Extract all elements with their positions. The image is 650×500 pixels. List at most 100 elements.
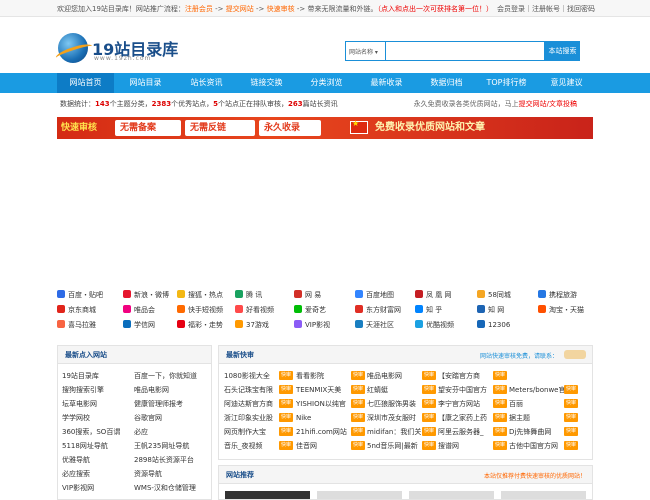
search-input[interactable] bbox=[385, 41, 545, 61]
review-site-link[interactable]: 据主题 bbox=[509, 412, 530, 424]
famous-site-link[interactable]: VIP影视 bbox=[294, 319, 330, 332]
famous-site-link[interactable]: 知 乎 bbox=[415, 304, 442, 317]
review-site-link[interactable]: 深圳市茂女服时 bbox=[367, 412, 416, 424]
latest-site-link[interactable]: 19站目录库 bbox=[62, 370, 99, 382]
famous-site-link[interactable]: 唯品会 bbox=[123, 304, 155, 317]
review-site-link[interactable]: 5nd音乐网|最新 bbox=[367, 440, 418, 452]
submit-article-link[interactable]: 提交网站/文章投稿 bbox=[519, 100, 577, 108]
nav-category[interactable]: 分类浏览 bbox=[298, 73, 355, 93]
nav-home[interactable]: 网站首页 bbox=[57, 73, 114, 93]
latest-site-link[interactable]: VIP影视网 bbox=[62, 482, 94, 494]
famous-site-link[interactable]: 天涯社区 bbox=[355, 319, 394, 332]
review-site-link[interactable]: YISHION以纯官 bbox=[296, 398, 346, 410]
latest-site-link[interactable]: 5118网址导航 bbox=[62, 440, 108, 452]
famous-site-link[interactable]: 新浪・微博 bbox=[123, 289, 169, 302]
review-site-link[interactable]: 【康之家药上药 bbox=[438, 412, 487, 424]
quick-review-link[interactable]: 快速审核 bbox=[267, 5, 295, 13]
review-site-link[interactable]: midifan：我们关 bbox=[367, 426, 421, 438]
review-site-link[interactable]: 唯品电影网 bbox=[367, 370, 402, 382]
latest-site-link[interactable]: 坛草电影网 bbox=[62, 398, 97, 410]
famous-site-link[interactable]: 携程旅游 bbox=[538, 289, 577, 302]
latest-site-link[interactable]: 2898站长资源平台 bbox=[134, 454, 194, 466]
login-link[interactable]: 会员登录 bbox=[497, 5, 525, 13]
promo-banner[interactable]: 快速审核 无需备案 无需反链 永久收录 免费收录优质网站和文章 bbox=[57, 117, 593, 139]
site-logo[interactable]: 19站目录库 www.19zh.com bbox=[54, 33, 203, 73]
review-site-link[interactable]: TEENMIX天美 bbox=[296, 384, 341, 396]
latest-site-link[interactable]: 360搜索，SO百谓 bbox=[62, 426, 120, 438]
register-member-link[interactable]: 注册会员 bbox=[185, 5, 213, 13]
nav-feedback[interactable]: 意见建议 bbox=[538, 73, 595, 93]
review-site-link[interactable]: Meters/bonwe官 bbox=[509, 384, 565, 396]
review-site-link[interactable]: 七匹狼服饰男装 bbox=[367, 398, 416, 410]
review-site-link[interactable]: 红蜻蜓 bbox=[367, 384, 388, 396]
forgot-password-link[interactable]: 找回密码 bbox=[567, 5, 595, 13]
latest-site-link[interactable]: 谷歌官网 bbox=[134, 412, 162, 424]
review-site-link[interactable]: 1080影视大全 bbox=[224, 370, 270, 382]
famous-site-link[interactable]: 37游戏 bbox=[235, 319, 269, 332]
famous-site-link[interactable]: 淘宝・天猫 bbox=[538, 304, 584, 317]
register-link[interactable]: 注册帐号 bbox=[532, 5, 560, 13]
latest-site-link[interactable]: 唯品电影网 bbox=[134, 384, 169, 396]
nav-archive[interactable]: 数据归档 bbox=[418, 73, 475, 93]
review-site-link[interactable]: 阿里云服务器_ bbox=[438, 426, 484, 438]
recommend-thumb[interactable] bbox=[501, 491, 586, 499]
review-site-link[interactable]: Nike bbox=[296, 412, 311, 424]
submit-site-link[interactable]: 提交网站 bbox=[226, 5, 254, 13]
famous-site-link[interactable]: 网 易 bbox=[294, 289, 321, 302]
review-site-link[interactable]: 百丽 bbox=[509, 398, 523, 410]
review-site-link[interactable]: 古他中国官方网 bbox=[509, 440, 558, 452]
famous-site-link[interactable]: 百度・贴吧 bbox=[57, 289, 103, 302]
latest-site-link[interactable]: 百度一下，你就知道 bbox=[134, 370, 197, 382]
recommend-thumb[interactable] bbox=[317, 491, 402, 499]
famous-site-link[interactable]: 快手短视频 bbox=[177, 304, 223, 317]
famous-site-link[interactable]: 百度地图 bbox=[355, 289, 394, 302]
review-site-link[interactable]: 音乐_夜视频 bbox=[224, 440, 263, 452]
famous-site-link[interactable]: 腾 讯 bbox=[235, 289, 262, 302]
famous-site-link[interactable]: 爱奇艺 bbox=[294, 304, 326, 317]
latest-site-link[interactable]: 学学网校 bbox=[62, 412, 90, 424]
review-site-link[interactable]: 浙江印象实业股 bbox=[224, 412, 273, 424]
promo-text[interactable]: （点入和点出一次可获排名第一位！） bbox=[377, 5, 493, 13]
nav-top-rank[interactable]: TOP排行榜 bbox=[478, 73, 535, 93]
review-site-link[interactable]: 网页制作大宝 bbox=[224, 426, 266, 438]
nav-news[interactable]: 站长资讯 bbox=[178, 73, 235, 93]
famous-site-link[interactable]: 学信网 bbox=[123, 319, 155, 332]
latest-site-link[interactable]: 必应搜索 bbox=[62, 468, 90, 480]
famous-site-link[interactable]: 京东商城 bbox=[57, 304, 96, 317]
famous-site-link[interactable]: 12306 bbox=[477, 319, 510, 332]
famous-site-link[interactable]: 搜狐・热点 bbox=[177, 289, 223, 302]
nav-directory[interactable]: 网站目录 bbox=[117, 73, 174, 93]
nav-link-exchange[interactable]: 链接交换 bbox=[238, 73, 295, 93]
famous-site-link[interactable]: 福彩・走势 bbox=[177, 319, 223, 332]
review-site-link[interactable]: 21hifi.com网站 bbox=[296, 426, 347, 438]
recommend-thumb[interactable] bbox=[409, 491, 494, 499]
latest-site-link[interactable]: 资源导航 bbox=[134, 468, 162, 480]
review-site-link[interactable]: 看看影院 bbox=[296, 370, 324, 382]
review-site-link[interactable]: 搜谱网 bbox=[438, 440, 459, 452]
review-site-link[interactable]: 阿迪达斯官方商 bbox=[224, 398, 273, 410]
latest-site-link[interactable]: 搜狗搜索引擎 bbox=[62, 384, 104, 396]
review-site-link[interactable]: 望安芬中国官方 bbox=[438, 384, 487, 396]
review-site-link[interactable]: 【安踏官方商 bbox=[438, 370, 480, 382]
famous-site-link[interactable]: 东方财富网 bbox=[355, 304, 401, 317]
recommend-thumb[interactable] bbox=[225, 491, 310, 499]
latest-site-link[interactable]: 健康管理师报考 bbox=[134, 398, 183, 410]
search-type-select[interactable]: 网站名称 ▾ bbox=[345, 41, 385, 61]
famous-site-link[interactable]: 知 网 bbox=[477, 304, 504, 317]
search-button[interactable]: 本站搜索 bbox=[545, 41, 580, 61]
review-site-link[interactable]: 李宁官方网站 bbox=[438, 398, 480, 410]
famous-site-link[interactable]: 优酷视频 bbox=[415, 319, 454, 332]
latest-site-link[interactable]: WMS-汉和仓储管理 bbox=[134, 482, 196, 494]
review-site-link[interactable]: 佳音网 bbox=[296, 440, 317, 452]
latest-site-link[interactable]: 优雅导航 bbox=[62, 454, 90, 466]
latest-site-link[interactable]: 王帆235网址导航 bbox=[134, 440, 189, 452]
review-site-link[interactable]: 石头记珠宝有限 bbox=[224, 384, 273, 396]
famous-site-link[interactable]: 喜马拉雅 bbox=[57, 319, 96, 332]
contact-qq-icon[interactable] bbox=[564, 350, 586, 359]
review-site-link[interactable]: Dj先锋舞曲网 bbox=[509, 426, 551, 438]
famous-site-link[interactable]: 58同城 bbox=[477, 289, 511, 302]
latest-site-link[interactable]: 必应 bbox=[134, 426, 148, 438]
nav-latest[interactable]: 最新收录 bbox=[358, 73, 415, 93]
famous-site-link[interactable]: 凤 凰 网 bbox=[415, 289, 451, 302]
famous-site-link[interactable]: 好看视频 bbox=[235, 304, 274, 317]
